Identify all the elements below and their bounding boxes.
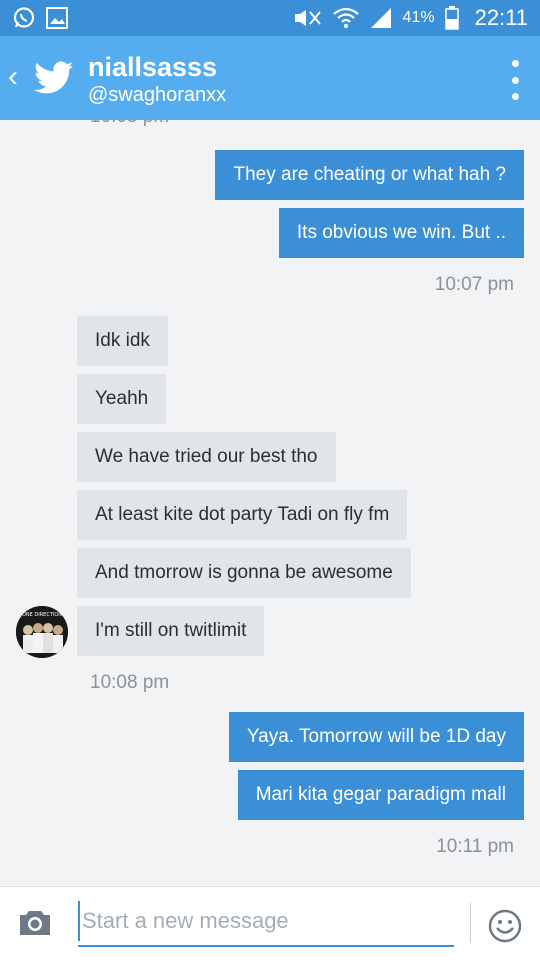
message-input-wrapper (78, 901, 458, 947)
battery-percent: 41% (402, 9, 435, 26)
outgoing-message[interactable]: Mari kita gegar paradigm mall (237, 770, 524, 820)
divider (470, 903, 471, 943)
back-icon[interactable]: ‹ (8, 62, 18, 92)
incoming-message[interactable]: And tmorrow is gonna be awesome (77, 548, 411, 598)
mute-icon (293, 8, 323, 28)
incoming-message[interactable]: Idk idk (77, 316, 168, 366)
incoming-message[interactable]: At least kite dot party Tadi on fly fm (77, 490, 408, 540)
message-input[interactable] (78, 901, 458, 941)
message-timestamp: 10:07 pm (434, 274, 514, 295)
contact-name: niallsasss (88, 52, 218, 82)
message-timestamp: 10:11 pm (436, 836, 514, 857)
clock: 22:11 (474, 5, 528, 30)
avatar[interactable]: ONE DIRECTION (16, 606, 68, 658)
camera-icon[interactable] (18, 909, 52, 942)
outgoing-message[interactable]: Yaya. Tomorrow will be 1D day (228, 712, 524, 762)
emoji-icon[interactable] (488, 909, 522, 948)
svg-text:ONE DIRECTION: ONE DIRECTION (22, 612, 62, 618)
message-timestamp: 10:08 pm (90, 672, 170, 693)
outgoing-message[interactable]: They are cheating or what hah ? (215, 150, 524, 200)
incoming-message[interactable]: We have tried our best tho (77, 432, 336, 482)
conversation-header: ‹ niallsasss @swaghoranxx (0, 36, 540, 120)
wifi-icon (332, 7, 359, 29)
signal-icon (369, 7, 393, 29)
message-list[interactable]: 10:05 pm They are cheating or what hah ?… (0, 120, 540, 886)
compose-bar (0, 886, 540, 960)
whatsapp-icon (12, 6, 36, 30)
overflow-menu-icon[interactable] (510, 60, 520, 100)
gallery-icon (46, 7, 68, 29)
twitter-bird-icon[interactable] (34, 61, 74, 100)
battery-icon (444, 6, 459, 30)
outgoing-message[interactable]: Its obvious we win. But .. (278, 208, 524, 258)
incoming-message[interactable]: Yeahh (77, 374, 167, 424)
incoming-message[interactable]: I'm still on twitlimit (77, 606, 265, 656)
contact-handle: @swaghoranxx (88, 84, 227, 106)
status-bar: 41% 22:11 (0, 0, 540, 36)
message-timestamp: 10:05 pm (90, 120, 169, 128)
